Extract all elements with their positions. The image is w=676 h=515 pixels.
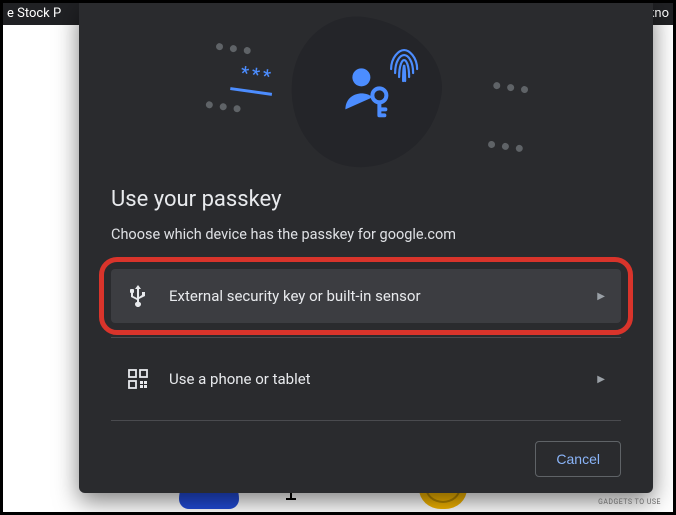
- dialog-subtitle: Choose which device has the passkey for …: [111, 226, 621, 243]
- divider: [111, 337, 621, 338]
- underline-decoration-icon: [230, 87, 272, 96]
- fingerprint-icon: [387, 47, 421, 85]
- option-label: Use a phone or tablet: [169, 370, 311, 388]
- dots-decoration-icon: [216, 43, 252, 55]
- watermark: GADGETS TO USE: [598, 498, 661, 506]
- cancel-button[interactable]: Cancel: [535, 441, 621, 477]
- person-key-icon: [339, 63, 393, 117]
- chevron-right-icon: ▶: [597, 291, 605, 302]
- option-external-security-key[interactable]: External security key or built-in sensor…: [111, 269, 621, 323]
- hero-blob: ***: [281, 8, 450, 177]
- dots-decoration-icon: [488, 141, 524, 153]
- dots-decoration-icon: [205, 101, 241, 113]
- dialog-footer: Cancel: [111, 423, 621, 477]
- passkey-dialog: *** Use your passkey Choose which device…: [79, 3, 653, 493]
- option-phone-or-tablet[interactable]: Use a phone or tablet ▶: [111, 352, 621, 406]
- topbar-left-text: e Stock P: [7, 3, 61, 25]
- hero-illustration: ***: [111, 3, 621, 183]
- dialog-title: Use your passkey: [111, 187, 621, 212]
- dots-decoration-icon: [493, 82, 529, 94]
- option-label: External security key or built-in sensor: [169, 287, 421, 305]
- usb-icon: [127, 285, 149, 307]
- option-highlight-wrap: External security key or built-in sensor…: [111, 269, 621, 323]
- chevron-right-icon: ▶: [597, 374, 605, 385]
- divider: [111, 420, 621, 421]
- qr-icon: [127, 369, 149, 389]
- password-stars-icon: ***: [239, 62, 275, 87]
